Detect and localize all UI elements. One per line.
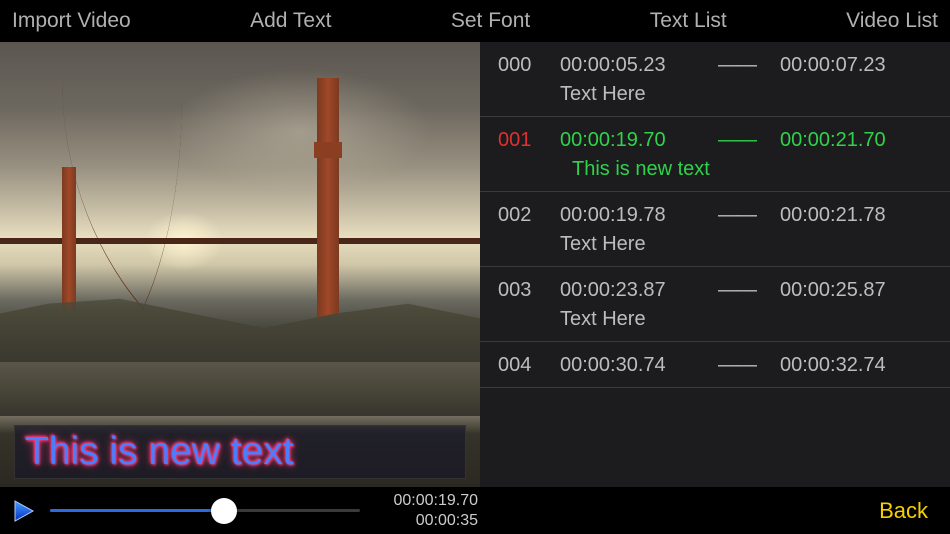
row-index: 002 <box>498 204 542 227</box>
row-text: Text Here <box>560 308 932 331</box>
row-timing: 003 00:00:23.87 —— 00:00:25.87 <box>498 279 932 302</box>
row-text: Text Here <box>560 83 932 106</box>
import-video-button[interactable]: Import Video <box>12 9 131 33</box>
row-index: 000 <box>498 54 542 77</box>
row-timing: 001 00:00:19.70 —— 00:00:21.70 <box>498 129 932 152</box>
time-display: 00:00:19.70 00:00:35 <box>370 491 478 531</box>
play-icon <box>10 498 36 524</box>
top-toolbar: Import Video Add Text Set Font Text List… <box>0 0 950 42</box>
row-start-time: 00:00:05.23 <box>560 54 700 77</box>
duration-label: 00:00:35 <box>370 511 478 531</box>
row-dash: —— <box>718 54 762 77</box>
row-dash: —— <box>718 279 762 302</box>
row-timing: 002 00:00:19.78 —— 00:00:21.78 <box>498 204 932 227</box>
row-timing: 000 00:00:05.23 —— 00:00:07.23 <box>498 54 932 77</box>
row-dash: —— <box>718 354 762 377</box>
video-panel: This is new text <box>0 42 480 487</box>
text-list-row[interactable]: 004 00:00:30.74 —— 00:00:32.74 <box>480 342 950 388</box>
row-end-time: 00:00:07.23 <box>780 54 932 77</box>
row-end-time: 00:00:32.74 <box>780 354 932 377</box>
main-area: This is new text 000 00:00:05.23 —— 00:00:0… <box>0 42 950 487</box>
play-button[interactable] <box>6 494 40 528</box>
back-button[interactable]: Back <box>879 498 928 524</box>
row-end-time: 00:00:21.70 <box>780 129 932 152</box>
row-start-time: 00:00:19.70 <box>560 129 700 152</box>
row-index: 004 <box>498 354 542 377</box>
scrubber-thumb[interactable] <box>211 498 237 524</box>
text-list-row[interactable]: 003 00:00:23.87 —— 00:00:25.87 Text Here <box>480 267 950 342</box>
text-list-row[interactable]: 002 00:00:19.78 —— 00:00:21.78 Text Here <box>480 192 950 267</box>
scrubber[interactable] <box>50 496 360 526</box>
text-list-button[interactable]: Text List <box>650 9 727 33</box>
row-start-time: 00:00:30.74 <box>560 354 700 377</box>
text-list-row[interactable]: 000 00:00:05.23 —— 00:00:07.23 Text Here <box>480 42 950 117</box>
video-list-button[interactable]: Video List <box>846 9 938 33</box>
set-font-button[interactable]: Set Font <box>451 9 530 33</box>
current-time-label: 00:00:19.70 <box>370 491 478 511</box>
row-dash: —— <box>718 129 762 152</box>
row-text: This is new text <box>572 158 932 181</box>
row-start-time: 00:00:19.78 <box>560 204 700 227</box>
video-preview[interactable]: This is new text <box>0 42 480 487</box>
text-list-panel: 00000:00:05.23——00:00:07.23Text Here0010… <box>480 42 950 487</box>
row-dash: —— <box>718 204 762 227</box>
row-index: 001 <box>498 129 542 152</box>
row-index: 003 <box>498 279 542 302</box>
scrubber-fill <box>50 509 224 512</box>
row-end-time: 00:00:21.78 <box>780 204 932 227</box>
row-end-time: 00:00:25.87 <box>780 279 932 302</box>
subtitle-overlay[interactable]: This is new text <box>14 425 466 479</box>
add-text-button[interactable]: Add Text <box>250 9 331 33</box>
row-start-time: 00:00:23.87 <box>560 279 700 302</box>
bottom-bar: 00:00:19.70 00:00:35 Back <box>0 487 950 534</box>
text-list-row[interactable]: 001 00:00:19.70 —— 00:00:21.70 This is new t… <box>480 117 950 192</box>
row-text: Text Here <box>560 233 932 256</box>
row-timing: 004 00:00:30.74 —— 00:00:32.74 <box>498 354 932 377</box>
